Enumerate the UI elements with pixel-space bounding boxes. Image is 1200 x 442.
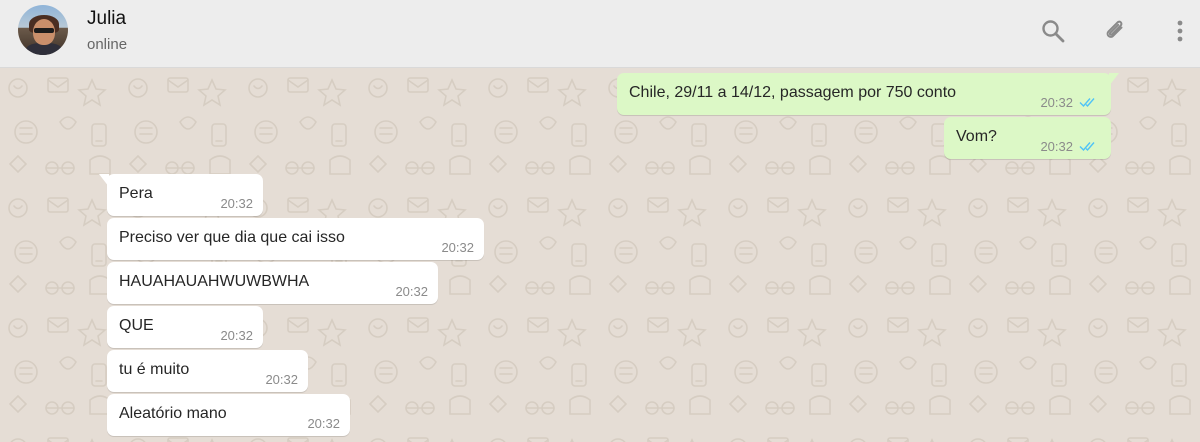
message-time: 20:32 xyxy=(441,240,474,255)
contact-status: online xyxy=(87,36,128,53)
message-time: 20:32 xyxy=(265,372,298,387)
message-time: 20:32 xyxy=(1040,95,1073,110)
message-time: 20:32 xyxy=(395,284,428,299)
avatar[interactable] xyxy=(18,5,68,55)
read-receipt-icon xyxy=(1079,98,1095,108)
contact-name[interactable]: Julia xyxy=(87,8,126,30)
message-bubble-incoming[interactable]: Preciso ver que dia que cai isso 20:32 xyxy=(107,218,484,260)
paperclip-icon[interactable] xyxy=(1102,18,1128,44)
bubble-tail xyxy=(1109,73,1119,86)
message-text: HAUAHAUAHWUWBWHA xyxy=(119,273,310,290)
message-time: 20:32 xyxy=(220,328,253,343)
search-icon[interactable] xyxy=(1040,18,1066,44)
message-text: QUE xyxy=(119,317,154,334)
message-bubble-incoming[interactable]: Pera 20:32 xyxy=(99,174,263,216)
message-text: Chile, 29/11 a 14/12, passagem por 750 c… xyxy=(629,84,957,101)
more-vertical-icon[interactable] xyxy=(1167,18,1193,44)
message-bubble-incoming[interactable]: Aleatório mano 20:32 xyxy=(107,394,350,436)
message-text: Pera xyxy=(119,185,153,202)
message-text: Preciso ver que dia que cai isso xyxy=(119,229,345,246)
message-bubble-outgoing[interactable]: Chile, 29/11 a 14/12, passagem por 750 c… xyxy=(617,73,1119,115)
message-bubble-outgoing[interactable]: Vom? 20:32 xyxy=(944,117,1111,159)
message-bubble-incoming[interactable]: tu é muito 20:32 xyxy=(107,350,308,392)
message-bubble-incoming[interactable]: QUE 20:32 xyxy=(107,306,263,348)
message-text: Vom? xyxy=(956,128,997,145)
message-time: 20:32 xyxy=(1040,139,1073,154)
message-text: tu é muito xyxy=(119,361,190,378)
read-receipt-icon xyxy=(1079,142,1095,152)
message-time: 20:32 xyxy=(307,416,340,431)
chat-area[interactable]: Chile, 29/11 a 14/12, passagem por 750 c… xyxy=(0,68,1200,442)
message-text: Aleatório mano xyxy=(119,405,227,422)
chat-header: Julia online xyxy=(0,0,1200,68)
message-time: 20:32 xyxy=(220,196,253,211)
message-bubble-incoming[interactable]: HAUAHAUAHWUWBWHA 20:32 xyxy=(107,262,438,304)
bubble-tail xyxy=(99,174,109,187)
